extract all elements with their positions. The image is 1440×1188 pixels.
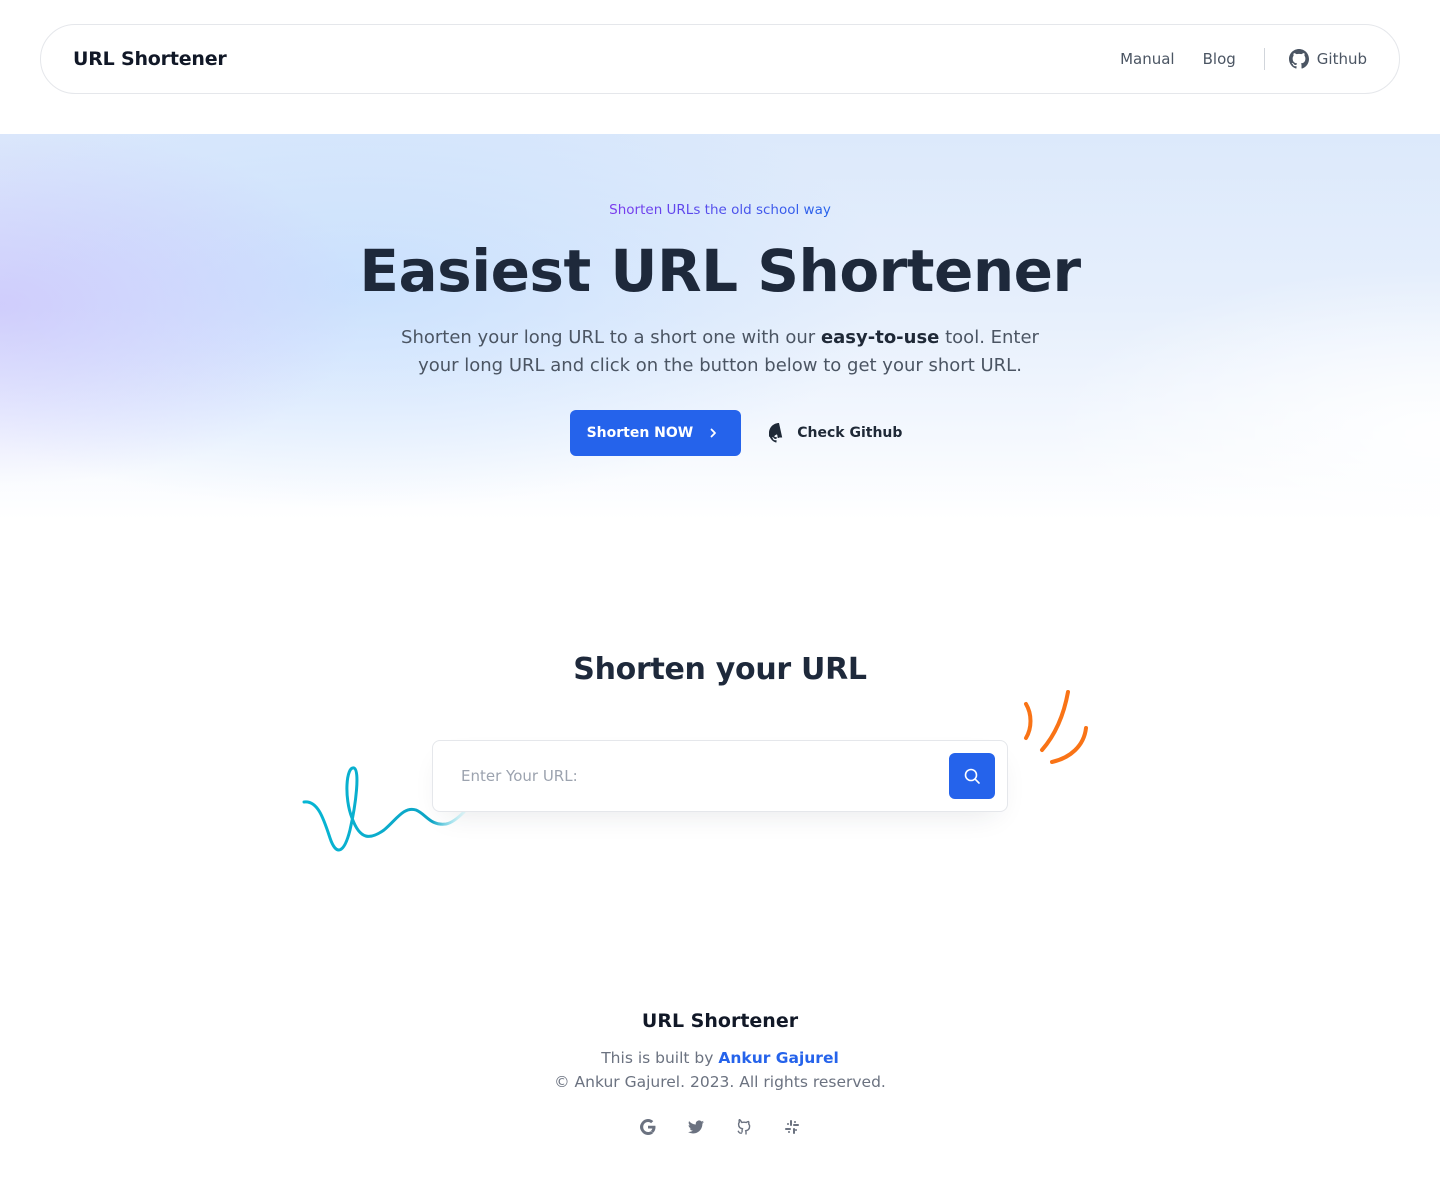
hero-description: Shorten your long URL to a short one wit… [395, 324, 1045, 380]
author-link[interactable]: Ankur Gajurel [718, 1049, 838, 1067]
chevron-right-icon [710, 428, 717, 438]
nav-link-manual[interactable]: Manual [1120, 50, 1175, 68]
social-link-github[interactable] [734, 1116, 754, 1138]
github-icon [1288, 49, 1309, 69]
github-icon [769, 423, 783, 443]
check-github-button[interactable]: Check Github [769, 423, 902, 443]
footer-credit: This is built by Ankur Gajurel [0, 1049, 1440, 1067]
social-link-twitter[interactable] [686, 1116, 706, 1138]
hero-eyebrow-text: Shorten URLs the old school way [609, 202, 831, 218]
twitter-icon [688, 1120, 704, 1134]
hero-actions: Shorten NOW Check Github [0, 410, 1440, 456]
social-link-slack[interactable] [782, 1116, 802, 1138]
footer-copyright: © Ankur Gajurel. 2023. All rights reserv… [554, 1073, 886, 1091]
nav-link-github[interactable]: Github [1288, 49, 1367, 69]
hero-description-highlight: easy-to-use [820, 327, 940, 348]
check-github-label: Check Github [797, 425, 903, 441]
google-icon [640, 1119, 656, 1135]
submit-url-button[interactable] [949, 753, 995, 799]
nav-divider [1263, 48, 1265, 70]
brand-logo[interactable]: URL Shortener [73, 48, 227, 70]
hero-section: Shorten URLs the old school way Easiest … [0, 134, 1440, 520]
slack-icon [785, 1120, 799, 1134]
main-nav: Manual Blog Github [1120, 48, 1367, 70]
site-header-wrapper: URL Shortener Manual Blog Github [40, 24, 1400, 94]
shorten-now-label: Shorten NOW [586, 425, 694, 441]
nav-link-blog[interactable]: Blog [1203, 50, 1236, 68]
social-link-google[interactable] [638, 1116, 658, 1138]
footer-credit-prefix: This is built by [601, 1049, 714, 1067]
url-form [432, 740, 1008, 812]
nav-github-label: Github [1316, 50, 1367, 68]
shorten-now-button[interactable]: Shorten NOW [569, 410, 742, 456]
hero-eyebrow: Shorten URLs the old school way [0, 202, 1440, 218]
github-icon [737, 1119, 751, 1135]
shorten-section-title: Shorten your URL [573, 652, 867, 687]
social-links [0, 1116, 1440, 1138]
footer-brand: URL Shortener [641, 1010, 799, 1032]
emphasis-decoration [1024, 690, 1088, 764]
site-header: URL Shortener Manual Blog Github [40, 24, 1400, 94]
search-icon [964, 768, 980, 784]
hero-title: Easiest URL Shortener [359, 237, 1081, 305]
hero-description-start: Shorten your long URL to a short one wit… [401, 327, 821, 348]
url-input[interactable] [461, 767, 949, 785]
